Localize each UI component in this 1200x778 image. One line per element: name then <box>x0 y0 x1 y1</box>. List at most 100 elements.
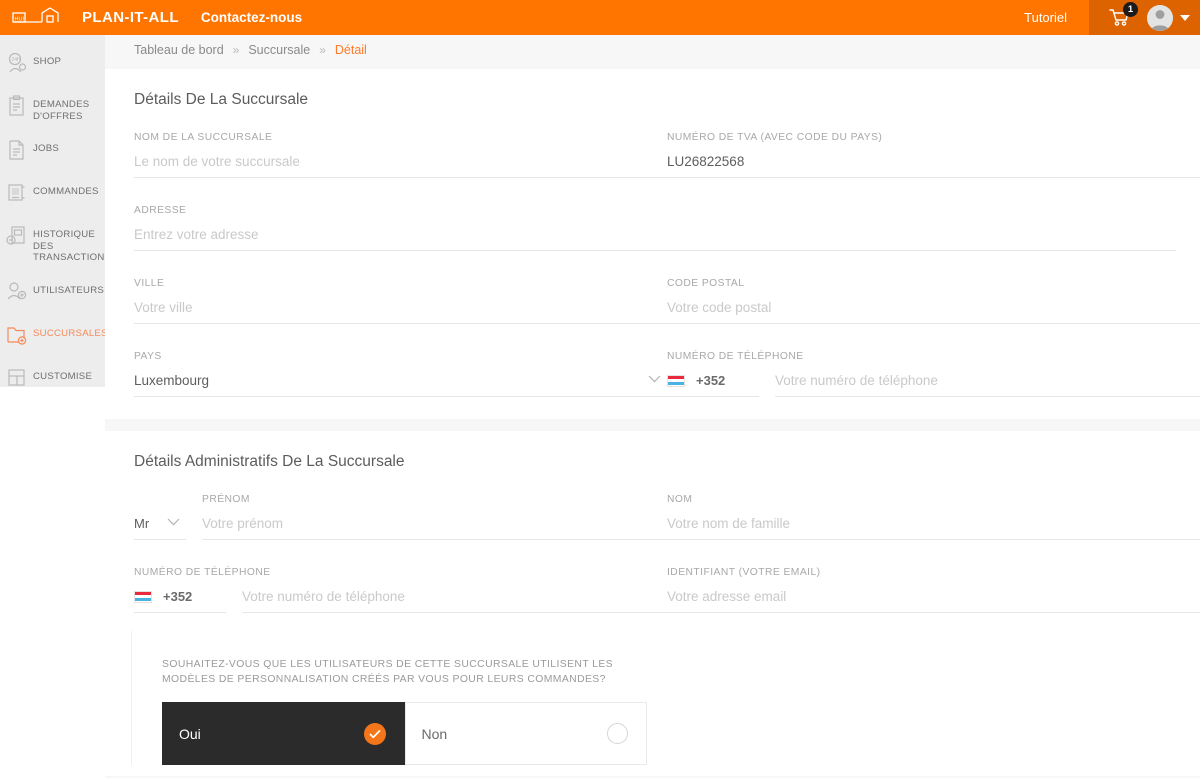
document-jobs-icon <box>6 139 28 161</box>
sidebar-item-label: HISTORIQUE DES TRANSACTIONS <box>33 229 112 263</box>
branch-col-right-2: CODE POSTAL <box>667 277 1200 350</box>
sidebar-nav: 24H SHOP DEMANDES D'OFFRES JOBS COMMANDE… <box>0 35 111 387</box>
svg-text:HUI: HUI <box>15 16 25 22</box>
last-name-input[interactable] <box>667 515 1200 540</box>
title-select[interactable] <box>134 515 186 540</box>
sidebar-item-historique-transactions[interactable]: HISTORIQUE DES TRANSACTIONS <box>0 225 111 264</box>
last-name-field: NOM <box>667 493 1200 540</box>
last-name-label: NOM <box>667 494 693 505</box>
admin-col-left-1: . PRÉNOM <box>134 493 667 566</box>
branch-name-input[interactable] <box>134 153 667 178</box>
breadcrumb: Tableau de bord » Succursale » Détail <box>105 35 1200 65</box>
email-input[interactable] <box>667 588 1200 613</box>
svg-text:24H: 24H <box>12 57 22 63</box>
brand-name: PLAN-IT-ALL <box>82 9 179 26</box>
users-icon <box>6 281 28 303</box>
email-field: IDENTIFIANT (VOTRE EMAIL) <box>667 566 1200 613</box>
branch-phone-input[interactable] <box>775 372 1200 397</box>
country-field: PAYS <box>134 350 667 397</box>
admin-phone-input[interactable] <box>242 588 667 613</box>
branch-phone-country-code: +352 <box>696 373 726 388</box>
template-question-panel: SOUHAITEZ-VOUS QUE LES UTILISATEURS DE C… <box>132 631 1172 765</box>
sidebar-item-shop[interactable]: 24H SHOP <box>0 52 105 78</box>
admin-phone-label: NUMÉRO DE TÉLÉPHONE <box>134 567 271 578</box>
first-name-field: PRÉNOM <box>202 493 667 540</box>
chevron-down-icon <box>1180 14 1190 21</box>
address-input[interactable] <box>134 226 1176 251</box>
admin-phone-field: NUMÉRO DE TÉLÉPHONE +352 <box>134 566 667 613</box>
address-label: ADRESSE <box>134 205 187 216</box>
luxembourg-flag-icon <box>134 590 152 603</box>
admin-phone-country-code: +352 <box>163 589 193 604</box>
branch-folder-add-icon <box>6 324 28 346</box>
sidebar-item-customise[interactable]: CUSTOMISE <box>0 367 105 393</box>
city-label: VILLE <box>134 278 165 289</box>
option-oui-label: Oui <box>179 725 201 742</box>
branch-name-field: NOM DE LA SUCCURSALE <box>134 131 667 178</box>
first-name-input[interactable] <box>202 515 667 540</box>
admin-details-card: Détails Administratifs De La Succursale … <box>105 431 1200 776</box>
branch-col-left-3: PAYS <box>134 350 667 397</box>
title-select-value[interactable] <box>134 515 186 540</box>
breadcrumb-separator: » <box>232 43 240 57</box>
first-name-label: PRÉNOM <box>202 494 250 505</box>
option-non[interactable]: Non <box>404 702 647 765</box>
header-right-group: Tutoriel 1 <box>1002 0 1200 35</box>
sidebar-item-label: DEMANDES D'OFFRES <box>33 99 90 122</box>
country-label: PAYS <box>134 351 162 362</box>
sidebar-item-utilisateurs[interactable]: UTILISATEURS <box>0 281 105 307</box>
branch-col-left-2: VILLE <box>134 277 667 350</box>
postal-code-field: CODE POSTAL <box>667 277 1200 324</box>
breadcrumb-current: Détail <box>334 43 367 57</box>
option-oui[interactable]: Oui <box>162 702 405 765</box>
city-field: VILLE <box>134 277 667 324</box>
sidebar-item-succursales[interactable]: SUCCURSALES <box>0 324 107 350</box>
transaction-history-icon <box>6 225 28 247</box>
vat-number-input[interactable] <box>667 153 1200 178</box>
tutorial-link[interactable]: Tutoriel <box>1002 10 1089 25</box>
branch-phone-label: NUMÉRO DE TÉLÉPHONE <box>667 351 804 362</box>
postal-code-input[interactable] <box>667 299 1200 324</box>
breadcrumb-dashboard[interactable]: Tableau de bord <box>134 43 224 57</box>
contact-link[interactable]: Contactez-nous <box>201 10 302 25</box>
cart-button[interactable]: 1 <box>1103 0 1138 35</box>
orders-monitor-icon <box>6 182 28 204</box>
branch-row-address: ADRESSE <box>105 204 1200 277</box>
breadcrumb-succursale[interactable]: Succursale <box>248 43 310 57</box>
admin-details-title: Détails Administratifs De La Succursale <box>134 453 405 470</box>
sidebar-item-commandes[interactable]: COMMANDES <box>0 182 105 208</box>
sidebar-item-label: CUSTOMISE <box>33 370 93 382</box>
city-input[interactable] <box>134 299 667 324</box>
branch-phone-country-select[interactable]: +352 <box>667 372 759 397</box>
account-menu-button[interactable] <box>1147 4 1190 31</box>
customise-template-icon <box>6 367 28 389</box>
branch-col-right-1: NUMÉRO DE TVA (AVEC CODE DU PAYS) <box>667 131 1200 204</box>
template-question-text: SOUHAITEZ-VOUS QUE LES UTILISATEURS DE C… <box>162 659 614 685</box>
title-field: . <box>134 493 186 540</box>
branch-phone-row: +352 <box>667 372 1200 397</box>
option-non-label: Non <box>421 725 448 742</box>
country-select-value[interactable] <box>134 372 667 397</box>
admin-phone-row: +352 <box>134 588 667 613</box>
country-select[interactable] <box>134 372 667 397</box>
sidebar-item-jobs[interactable]: JOBS <box>0 139 105 165</box>
header-account-zone: 1 <box>1089 0 1200 35</box>
admin-phone-country-select[interactable]: +352 <box>134 588 226 613</box>
branch-name-label: NOM DE LA SUCCURSALE <box>134 132 273 143</box>
admin-col-left-2: NUMÉRO DE TÉLÉPHONE +352 <box>134 566 667 631</box>
vat-number-field: NUMÉRO DE TVA (AVEC CODE DU PAYS) <box>667 131 1200 178</box>
sidebar-item-demandes-offres[interactable]: DEMANDES D'OFFRES <box>0 95 105 122</box>
branch-row-3: PAYS NUMÉRO DE TÉLÉPHONE <box>105 350 1200 397</box>
branch-row-2: VILLE CODE POSTAL <box>105 277 1200 350</box>
radio-empty-icon <box>607 723 628 744</box>
check-circle-icon <box>363 722 386 745</box>
user-avatar-icon <box>1147 4 1173 31</box>
shop-24h-icon: 24H <box>6 52 28 74</box>
branch-row-1: NOM DE LA SUCCURSALE NUMÉRO DE TVA (AVEC… <box>105 131 1200 204</box>
admin-row-2: NUMÉRO DE TÉLÉPHONE +352 Votre numéro de… <box>105 566 1200 631</box>
vat-number-label: NUMÉRO DE TVA (AVEC CODE DU PAYS) <box>667 132 883 143</box>
branch-col-left-1: NOM DE LA SUCCURSALE <box>134 131 667 204</box>
house-bank-logo-icon[interactable]: HUI <box>8 6 68 29</box>
sidebar-item-label: UTILISATEURS <box>33 284 105 296</box>
email-label: IDENTIFIANT (VOTRE EMAIL) <box>667 567 821 578</box>
